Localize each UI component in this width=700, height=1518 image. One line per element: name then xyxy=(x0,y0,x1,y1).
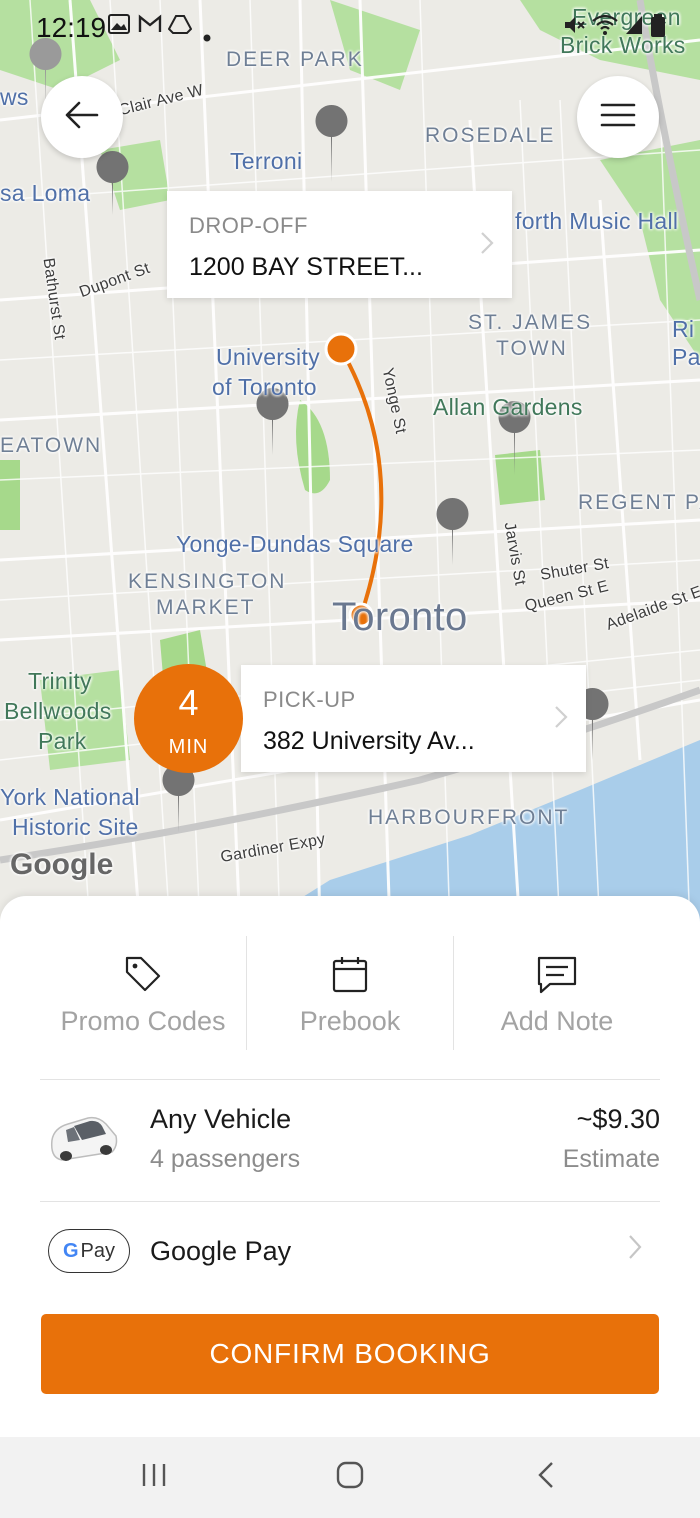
system-nav-bar xyxy=(0,1437,700,1518)
map-label-pa: Pa xyxy=(672,344,700,370)
map-label-york-1: York National xyxy=(0,784,140,810)
vehicle-name: Any Vehicle xyxy=(150,1104,292,1134)
map-label-danforth: forth Music Hall xyxy=(515,208,679,234)
car-icon xyxy=(46,1110,120,1171)
google-logo[interactable]: Google xyxy=(10,848,113,882)
map-label-university-1: University xyxy=(216,344,320,370)
dropoff-address: 1200 BAY STREET... xyxy=(189,253,423,281)
calendar-icon xyxy=(330,954,370,998)
map-label-regent-park: REGENT PA xyxy=(578,491,700,514)
tag-icon xyxy=(123,954,163,998)
gmail-icon xyxy=(138,14,162,40)
image-icon xyxy=(108,14,130,40)
prebook-button[interactable]: Prebook xyxy=(247,936,453,1050)
vehicle-row[interactable]: Any Vehicle 4 passengers ~$9.30 Estimate xyxy=(40,1080,660,1200)
recent-apps-button[interactable] xyxy=(124,1457,184,1497)
status-time: 12:19 xyxy=(36,12,107,43)
system-back-button[interactable] xyxy=(516,1457,576,1497)
google-pay-icon: G Pay xyxy=(48,1229,130,1273)
map-label-ri: Ri xyxy=(672,316,695,342)
google-pay-badge-g: G xyxy=(62,1239,79,1262)
map-label-kensington-1: KENSINGTON xyxy=(128,570,287,593)
map-label-st-james-1: ST. JAMES xyxy=(468,311,593,334)
payment-method-row[interactable]: G Pay Google Pay xyxy=(40,1202,660,1302)
chevron-right-icon xyxy=(628,1234,642,1268)
dropoff-card[interactable]: DROP-OFF 1200 BAY STREET... xyxy=(167,191,512,298)
home-button[interactable] xyxy=(320,1457,380,1497)
eta-badge: 4 MIN xyxy=(134,664,243,773)
signal-icon xyxy=(624,14,644,42)
arrow-left-icon xyxy=(65,101,99,134)
fare-price: ~$9.30 xyxy=(576,1104,660,1134)
confirm-booking-button[interactable]: CONFIRM BOOKING xyxy=(41,1314,659,1394)
pickup-card[interactable]: PICK-UP 382 University Av... xyxy=(241,665,586,772)
map-label-yonge-dundas: Yonge-Dundas Square xyxy=(176,531,414,557)
map-label-toronto: Toronto xyxy=(332,595,468,639)
promo-codes-label: Promo Codes xyxy=(60,1006,226,1036)
booking-sheet: Promo Codes Prebook Add Note Any Vehicle… xyxy=(0,896,700,1437)
pickup-address: 382 University Av... xyxy=(263,727,475,755)
vehicle-capacity: 4 passengers xyxy=(150,1145,301,1173)
chevron-right-icon xyxy=(480,231,494,262)
google-pay-badge-pay: Pay xyxy=(80,1239,116,1262)
status-bar: 12:19 xyxy=(0,0,700,56)
map-label-allan-gardens: Allan Gardens xyxy=(433,394,583,420)
wifi-icon xyxy=(592,14,618,42)
back-button[interactable] xyxy=(41,76,123,158)
battery-icon xyxy=(650,14,666,44)
promo-codes-button[interactable]: Promo Codes xyxy=(40,936,246,1050)
map-label-kensington-2: MARKET xyxy=(156,596,256,619)
recent-apps-icon xyxy=(140,1462,168,1493)
dropoff-caption: DROP-OFF xyxy=(189,213,308,238)
map-label-university-2: of Toronto xyxy=(212,374,317,400)
message-icon xyxy=(536,954,578,998)
map-label-trinity-3: Park xyxy=(38,728,87,754)
map-label-chinatown: EATOWN xyxy=(0,434,103,457)
eta-unit: MIN xyxy=(168,736,209,758)
fare-estimate-label: Estimate xyxy=(562,1145,660,1173)
prebook-label: Prebook xyxy=(299,1006,401,1036)
map-label-st-james-2: TOWN xyxy=(496,337,568,360)
map-label-trinity-1: Trinity xyxy=(28,668,92,694)
add-note-button[interactable]: Add Note xyxy=(454,936,660,1050)
map-label-casa-loma: sa Loma xyxy=(0,180,91,206)
map-label-harbourfront: HARBOURFRONT xyxy=(368,806,570,829)
back-icon xyxy=(537,1461,555,1494)
chevron-right-icon xyxy=(554,705,568,736)
dot-icon xyxy=(203,22,211,48)
home-icon xyxy=(335,1460,365,1495)
menu-button[interactable] xyxy=(577,76,659,158)
map-label-york-2: Historic Site xyxy=(12,814,139,840)
payment-method-label: Google Pay xyxy=(150,1236,292,1266)
map-label-terroni: Terroni xyxy=(230,148,303,174)
add-note-label: Add Note xyxy=(500,1006,614,1036)
map-label-trinity-2: Bellwoods xyxy=(4,698,112,724)
pickup-caption: PICK-UP xyxy=(263,687,356,712)
map-label-ws: ws xyxy=(0,84,29,110)
map-label-rosedale: ROSEDALE xyxy=(425,124,556,147)
mute-icon xyxy=(562,14,586,42)
dropoff-marker xyxy=(324,332,358,366)
drive-icon xyxy=(167,14,193,40)
eta-value: 4 xyxy=(178,682,199,723)
hamburger-menu-icon xyxy=(600,102,636,133)
